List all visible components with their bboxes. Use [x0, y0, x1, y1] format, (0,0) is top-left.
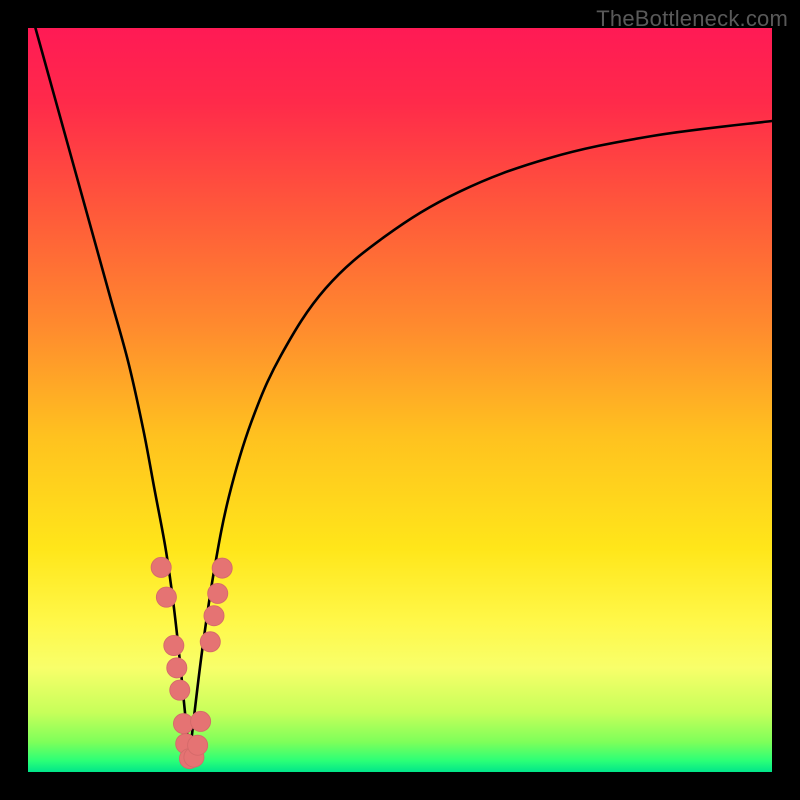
marker-point [212, 558, 232, 578]
marker-point [151, 557, 171, 577]
marker-point [164, 635, 184, 655]
marker-point [156, 587, 176, 607]
marker-point [170, 680, 190, 700]
marker-point [208, 583, 228, 603]
chart-frame: TheBottleneck.com [0, 0, 800, 800]
marker-point [191, 711, 211, 731]
watermark-text: TheBottleneck.com [596, 6, 788, 32]
plot-area [28, 28, 772, 772]
gradient-background [28, 28, 772, 772]
marker-point [167, 658, 187, 678]
marker-point [200, 632, 220, 652]
marker-point [188, 735, 208, 755]
plot-svg [28, 28, 772, 772]
marker-point [204, 606, 224, 626]
